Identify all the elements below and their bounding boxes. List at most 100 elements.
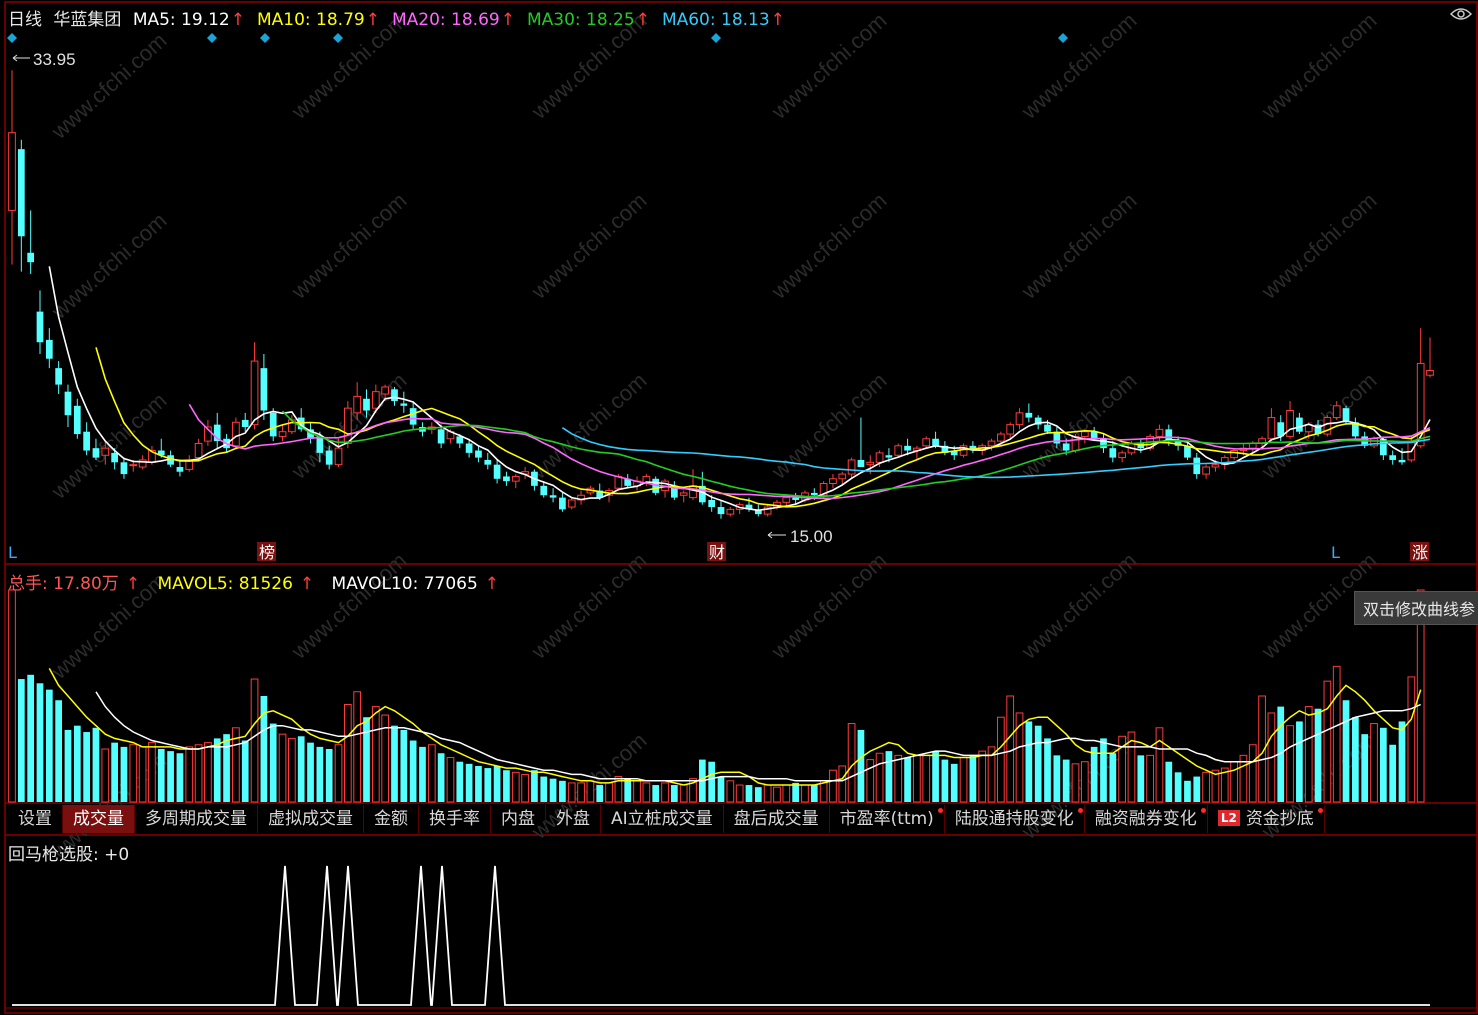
volume-bar (717, 776, 725, 802)
tab-label: AI立桩成交量 (611, 809, 713, 829)
candle-body (92, 448, 100, 458)
volume-bar (1034, 725, 1042, 802)
ma-legend-item[interactable]: MA30: 18.25↑ (527, 10, 656, 30)
candle-body (838, 473, 847, 480)
candle-body (493, 464, 501, 479)
volume-bar (801, 784, 809, 803)
candle-body (987, 440, 996, 447)
volume-bar (475, 765, 482, 802)
candle-body (1202, 466, 1210, 475)
volume-bar (1080, 761, 1089, 803)
candle-body (904, 445, 911, 451)
ma-legend[interactable]: MA5: 19.12↑ MA10: 18.79↑ MA20: 18.69↑ MA30:… (133, 10, 797, 30)
volume-bar (1202, 771, 1210, 803)
watermark-text: www.cfchi.com (526, 188, 652, 305)
volume-bar (894, 754, 903, 803)
candle-body (343, 407, 352, 444)
ma-legend-item[interactable]: MA60: 18.13↑ (662, 10, 791, 30)
volume-bar (838, 765, 847, 803)
candle-body (316, 436, 324, 453)
volume-bar (307, 742, 314, 802)
tab-11[interactable]: 陆股通持股变化 (945, 805, 1085, 833)
tab-label: 资金抄底 (1245, 809, 1314, 829)
volume-bar (829, 769, 837, 803)
volume-bar (213, 738, 221, 802)
tab-6[interactable]: 内盘 (491, 805, 546, 833)
indicator-tab-bar[interactable]: 设置 成交量 多周期成交量 虚拟成交量 金额 换手率 内盘 外盘 AI立桩成交量 盘后成交量 市盈率… (8, 805, 1325, 833)
eye-icon[interactable] (1450, 6, 1472, 22)
arrow-left-icon (12, 54, 30, 62)
volume-bar (745, 785, 753, 802)
candle-body (549, 495, 557, 498)
ma-legend-item[interactable]: MA5: 19.12↑ (133, 10, 251, 30)
tab-0[interactable]: 设置 (8, 805, 63, 833)
volume-bar (278, 733, 287, 803)
volume-bar (316, 746, 324, 802)
tab-9[interactable]: 盘后成交量 (724, 805, 830, 833)
tab-7[interactable]: 外盘 (546, 805, 601, 833)
candle-body (511, 475, 520, 482)
tab-4[interactable]: 金额 (364, 805, 419, 833)
candle-body (45, 339, 53, 359)
ma-legend-item[interactable]: MA10: 18.79↑ (257, 10, 386, 30)
chart-window[interactable]: www.cfchi.com www.cfchi.com www.cfchi.com w… (0, 0, 1478, 1015)
candle-body (391, 389, 398, 402)
tab-10[interactable]: 市盈率(ttm) (830, 805, 945, 833)
volume-bar (642, 782, 651, 803)
period-label[interactable]: 日线 (8, 10, 42, 30)
volume-bar (101, 748, 110, 803)
candle-body (847, 459, 856, 475)
notification-dot (1200, 808, 1206, 813)
volume-bar (456, 761, 464, 802)
volume-bar (540, 776, 548, 802)
total-volume-label[interactable]: 总手: 17.80万 ↑ (8, 574, 146, 594)
candle-body (810, 492, 818, 496)
volume-bar (363, 717, 370, 802)
volume-bar (1342, 700, 1350, 802)
diamond-marker-icon (7, 33, 17, 43)
volume-bar (1332, 665, 1341, 803)
up-arrow-icon: ↑ (365, 10, 380, 30)
candle-body (111, 452, 118, 463)
volume-bar (92, 727, 100, 802)
tab-label: 内盘 (501, 809, 535, 829)
volume-bar (1248, 744, 1257, 803)
tab-13[interactable]: L2 资金抄底 (1208, 805, 1325, 833)
candle-body (1080, 431, 1089, 437)
volume-bar (45, 689, 53, 802)
tab-label: 陆股通持股变化 (954, 809, 1074, 829)
tab-1[interactable]: 成交量 (63, 805, 135, 833)
volume-bar (1006, 695, 1015, 803)
tab-3[interactable]: 虚拟成交量 (258, 805, 364, 833)
tab-12[interactable]: 融资融券变化 (1085, 805, 1208, 833)
tab-label: 设置 (18, 809, 52, 829)
candle-body (503, 476, 510, 482)
tab-8[interactable]: AI立桩成交量 (601, 805, 724, 833)
volume-bar (297, 736, 305, 802)
diamond-marker-icon (260, 33, 270, 43)
volume-bar (1165, 761, 1173, 802)
candle-body (708, 499, 716, 508)
chart-svg[interactable]: www.cfchi.com www.cfchi.com www.cfchi.com w… (0, 0, 1478, 1015)
candle-body (437, 429, 445, 444)
ma-legend-item[interactable]: MA20: 18.69↑ (392, 10, 521, 30)
price-header: 日线 华蓝集团 MA5: 19.12↑ MA10: 18.79↑ MA20: 18.… (8, 5, 803, 30)
volume-bar (1100, 738, 1107, 802)
tab-5[interactable]: 换手率 (419, 805, 491, 833)
volume-bar (400, 729, 408, 802)
volume-bar (437, 753, 445, 802)
candle-body (1426, 369, 1434, 376)
notification-dot (937, 808, 943, 813)
indicator-label[interactable]: 回马枪选股: +0 (8, 845, 129, 865)
candle-body (559, 497, 566, 510)
volume-bar (875, 752, 884, 803)
mavol10-label[interactable]: MAVOL10: 77065 ↑ (332, 574, 506, 594)
volume-bar (1379, 727, 1387, 802)
candle-body (866, 461, 875, 466)
volume-bar (586, 780, 595, 803)
mavol5-label[interactable]: MAVOL5: 81526 ↑ (157, 574, 320, 594)
volume-bar (36, 683, 44, 802)
volume-bar (754, 787, 762, 802)
tab-2[interactable]: 多周期成交量 (135, 805, 258, 833)
candle-body (325, 450, 333, 465)
